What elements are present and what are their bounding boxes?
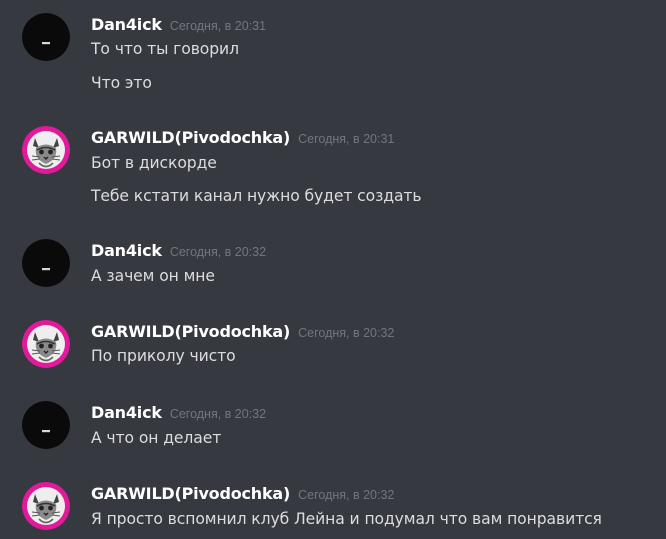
message-text: Бот в дискорде [91,154,217,172]
username[interactable]: GARWILD(Pivodochka) [91,128,290,147]
user-avatar[interactable] [22,126,70,174]
dark-avatar-icon [22,239,70,287]
message-group: Dan4ick Сегодня, в 20:32 А что он делает [0,401,666,457]
message-text: Тебе кстати канал нужно будет создать [91,187,422,205]
message-group: GARWILD(Pivodochka) Сегодня, в 20:32 По п… [0,320,666,376]
username[interactable]: GARWILD(Pivodochka) [91,322,290,341]
user-avatar[interactable] [22,13,70,61]
message-text: То что ты говорил [91,40,239,58]
message-group: GARWILD(Pivodochka) Сегодня, в 20:31 Бот … [0,126,666,216]
dark-avatar-icon [22,401,70,449]
message-group: Dan4ick Сегодня, в 20:31 То что ты говори… [0,13,666,103]
message-text: По приколу чисто [91,347,236,365]
message-header: GARWILD(Pivodochka) Сегодня, в 20:32 [91,322,394,344]
message-header: Dan4ick Сегодня, в 20:31 [91,15,266,37]
message-header: GARWILD(Pivodochka) Сегодня, в 20:31 [91,128,394,150]
timestamp: Сегодня, в 20:32 [298,326,395,340]
cat-avatar-icon [22,126,70,174]
user-avatar[interactable] [22,320,70,368]
cat-avatar-icon [22,320,70,368]
username[interactable]: GARWILD(Pivodochka) [91,484,290,503]
message-header: GARWILD(Pivodochka) Сегодня, в 20:32 [91,484,394,506]
dark-avatar-icon [22,13,70,61]
message-header: Dan4ick Сегодня, в 20:32 [91,403,266,425]
timestamp: Сегодня, в 20:31 [169,19,267,33]
user-avatar[interactable] [22,401,70,449]
message-header: Dan4ick Сегодня, в 20:32 [91,241,266,263]
user-avatar[interactable] [22,482,70,530]
username[interactable]: Dan4ick [91,15,162,34]
timestamp: Сегодня, в 20:32 [169,407,267,421]
username[interactable]: Dan4ick [91,241,162,260]
message-text: Что это [91,74,152,92]
timestamp: Сегодня, в 20:31 [298,132,395,146]
timestamp: Сегодня, в 20:32 [169,245,267,259]
message-text: А зачем он мне [91,267,215,285]
message-text: Я просто вспомнил клуб Лейна и подумал ч… [91,510,602,528]
cat-avatar-icon [22,482,70,530]
message-group: GARWILD(Pivodochka) Сегодня, в 20:32 Я пр… [0,482,666,539]
user-avatar[interactable] [22,239,70,287]
timestamp: Сегодня, в 20:32 [298,488,395,502]
message-group: Dan4ick Сегодня, в 20:32 А зачем он мне [0,239,666,295]
username[interactable]: Dan4ick [91,403,162,422]
message-text: А что он делает [91,429,222,447]
